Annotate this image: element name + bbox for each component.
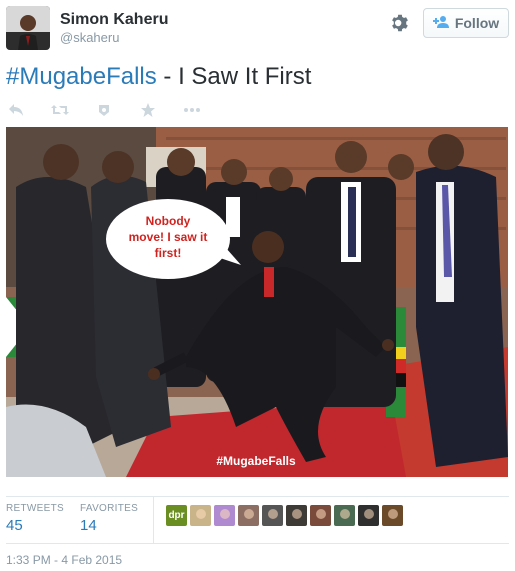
speech-line-2: move! I saw it [129, 230, 208, 244]
favoriter-avatar[interactable] [334, 505, 355, 526]
favoriter-avatar[interactable] [310, 505, 331, 526]
user-names: Simon Kaheru @skaheru [60, 10, 168, 46]
follow-button[interactable]: Follow [423, 8, 509, 38]
stats-separator [153, 497, 154, 543]
favoriters-list: dpr [166, 505, 403, 526]
favoriter-avatar[interactable] [238, 505, 259, 526]
favoriter-avatar[interactable]: dpr [166, 505, 187, 526]
hashtag-link[interactable]: #MugabeFalls [6, 63, 157, 90]
star-icon[interactable] [138, 101, 158, 119]
retweet-icon[interactable] [50, 101, 70, 119]
favoriter-avatar[interactable] [382, 505, 403, 526]
user-handle[interactable]: @skaheru [60, 30, 168, 46]
speech-line-1: Nobody [146, 214, 191, 228]
tweet-card: Simon Kaheru @skaheru Follow #MugabeFall… [0, 0, 515, 571]
favorites-label: FAVORITES [80, 503, 139, 514]
tweet-header: Simon Kaheru @skaheru Follow [6, 6, 509, 54]
divider-top [6, 496, 509, 497]
favoriter-avatar[interactable] [286, 505, 307, 526]
favoriter-avatar[interactable] [358, 505, 379, 526]
tweet-text: #MugabeFalls - I Saw It First [6, 62, 311, 92]
favoriter-avatar[interactable] [214, 505, 235, 526]
tweet-actions [6, 100, 202, 120]
favoriter-avatar[interactable] [262, 505, 283, 526]
reply-icon[interactable] [6, 101, 26, 119]
favoriter-avatar[interactable] [190, 505, 211, 526]
favorites-count: 14 [80, 517, 97, 534]
gear-icon[interactable] [389, 12, 411, 34]
follow-label: Follow [454, 15, 500, 31]
speech-line-3: first! [155, 246, 182, 260]
tweet-body: - I Saw It First [156, 63, 312, 90]
retweets-stat[interactable]: RETWEETS 45 [6, 503, 64, 534]
retweets-label: RETWEETS [6, 503, 64, 514]
favorites-stat[interactable]: FAVORITES 14 [80, 503, 138, 534]
tweet-photo[interactable]: Nobody move! I saw it first! #MugabeFall… [6, 127, 508, 477]
favorite-icon[interactable] [94, 101, 114, 119]
divider-bottom [6, 543, 509, 544]
photo-watermark: #MugabeFalls [216, 454, 296, 468]
avatar[interactable] [6, 6, 50, 50]
more-icon[interactable] [182, 101, 202, 119]
photo-illustration: Nobody move! I saw it first! #MugabeFall… [6, 127, 508, 477]
retweets-count: 45 [6, 517, 23, 534]
add-user-icon [432, 15, 449, 32]
tweet-timestamp[interactable]: 1:33 PM - 4 Feb 2015 [6, 553, 122, 567]
display-name[interactable]: Simon Kaheru [60, 10, 168, 30]
